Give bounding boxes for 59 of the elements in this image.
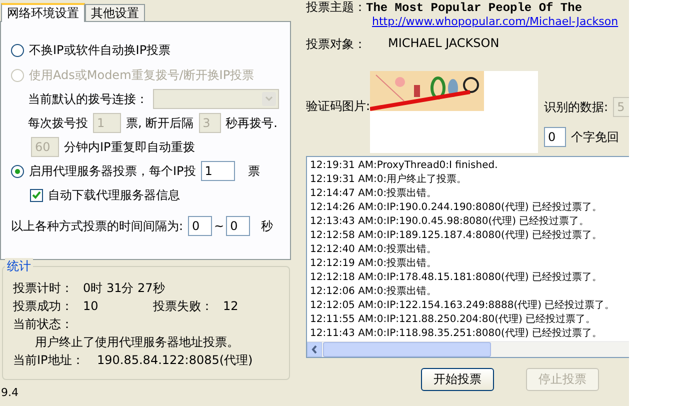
chevron-left-icon	[311, 345, 318, 354]
log-line: 12:19:31 AM:ProxyThread0:I finished.	[310, 159, 498, 173]
status-text: 用户终止了使用代理服务器地址投票。	[34, 334, 239, 350]
topic-label: 投票主题：	[306, 0, 366, 16]
log-line: 12:13:43 AM:0:IP:190.0.45.98:8080(代理) 已经投过票了。	[310, 215, 590, 229]
log-line: 12:12:18 AM:0:IP:178.48.15.181:8080(代理) 已经投过票了。	[310, 271, 602, 285]
interval-to-field[interactable]: 0	[226, 216, 250, 236]
unit-label: 秒	[261, 218, 274, 234]
option-label: 启用代理服务器投票，每个IP投	[29, 162, 196, 180]
log-line: 12:12:05 AM:0:IP:122.154.163.249:8888(代理) 已经投过票了。	[310, 299, 615, 313]
log-line: 12:12:40 AM:0:投票出错。	[310, 243, 437, 257]
stat-label: 投票成功：	[13, 298, 74, 314]
option-label: 不换IP或软件自动换IP投票	[29, 42, 171, 58]
chars-label: 个字免回	[571, 128, 620, 146]
radio-button[interactable]	[11, 44, 24, 56]
tab[interactable]: 网络环境设置	[1, 3, 85, 22]
chars-field[interactable]: 0	[544, 127, 566, 147]
checkmark-icon	[32, 191, 41, 199]
radio-button[interactable]	[11, 164, 24, 178]
horizontal-scrollbar[interactable]	[307, 341, 629, 357]
votes-per-ip-field[interactable]: 1	[200, 161, 235, 181]
chevron-down-icon	[262, 92, 276, 106]
vote-button[interactable]: 开始投票	[421, 368, 494, 391]
stat-label: 投票计时：	[13, 280, 74, 296]
auto-redial-label: 分钟内IP重复即自动重拨	[64, 138, 195, 156]
log-line: 12:12:06 AM:0:投票出错。	[310, 285, 437, 299]
stat-value: 0时 31分 27秒	[83, 280, 165, 296]
redial-label: 秒再拨号.	[226, 114, 278, 132]
vote-link[interactable]: http://www.whopopular.com/Michael-Jackson	[372, 15, 618, 28]
checkbox-label: 自动下载代理服务器信息	[48, 186, 180, 204]
interval-label: 以上各种方式投票的时间间隔为:	[11, 218, 184, 234]
unit-label: 票	[248, 162, 260, 180]
dial-connection-label: 当前默认的拨号连接：	[28, 90, 148, 108]
disconnect-label: 票, 断开后隔	[126, 114, 194, 132]
version-text: 9.4	[1, 386, 18, 399]
log-line: 12:14:47 AM:0:投票出错。	[310, 187, 437, 201]
dial-votes-label: 每次拨号投	[28, 114, 88, 132]
stat-value: 190.85.84.122:8085(代理)	[97, 352, 253, 368]
stat-label: 当前IP地址：	[13, 352, 85, 368]
option-label: 使用Ads或Modem重复拨号/断开换IP投票	[29, 66, 254, 84]
stat-label: 投票失败：	[153, 298, 214, 314]
captcha-label: 验证码图片:	[306, 98, 370, 115]
checkbox[interactable]	[30, 188, 43, 202]
tilde-label: ~	[214, 219, 224, 233]
log-line: 12:11:55 AM:0:IP:121.88.250.204:80(代理) 已经投过票了。	[310, 313, 596, 327]
recognized-label: 识别的数据:	[544, 98, 608, 116]
stat-value: 10	[83, 299, 100, 313]
log-line: 12:12:58 AM:0:IP:189.125.187.4:8080(代理) 已经投过票了。	[310, 229, 602, 243]
topic-text: The Most Popular People Of The	[366, 0, 582, 14]
stat-label: 当前状态：	[13, 316, 73, 332]
target-label: 投票对象：	[306, 36, 366, 53]
target-text: MICHAEL JACKSON	[388, 36, 500, 52]
log-line: 12:14:26 AM:0:IP:190.0.244.190:8080(代理) 已经投过票了。	[310, 201, 602, 215]
log-line: 12:19:31 AM:0:用户终止了投票。	[310, 173, 467, 187]
interval-from-field[interactable]: 0	[188, 216, 212, 236]
stat-value: 12	[223, 299, 238, 313]
log-line: 12:12:19 AM:0:投票出错。	[310, 257, 437, 271]
tab[interactable]: 其他设置	[85, 4, 145, 21]
log-line: 12:11:43 AM:0:IP:118.98.35.251:8080(代理) 已经投过票了。	[310, 327, 602, 341]
